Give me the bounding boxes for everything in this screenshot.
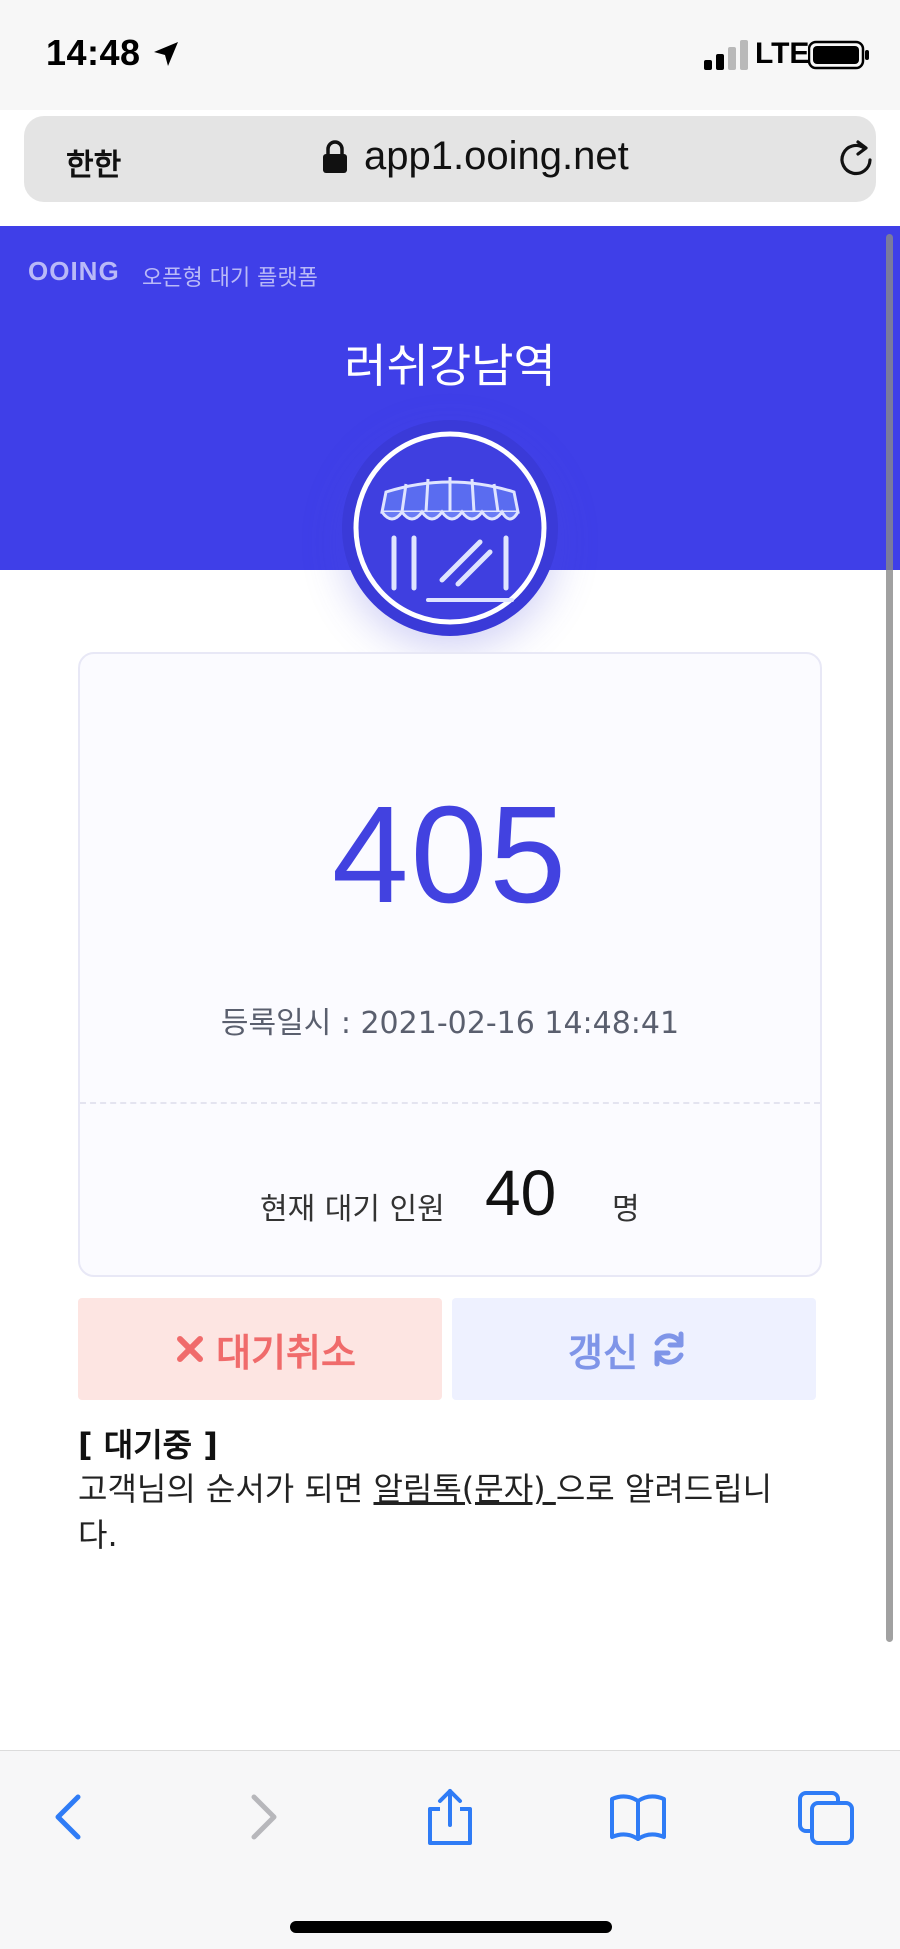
status-time: 14:48 <box>46 32 141 73</box>
refresh-button[interactable]: 갱신 <box>452 1298 816 1400</box>
brand-logo[interactable]: OOING <box>28 256 120 287</box>
store-awning-icon <box>353 431 547 625</box>
message-before: 고객님의 순서가 되면 <box>78 1470 374 1508</box>
alimtalk-link[interactable]: 알림톡(문자) <box>373 1470 555 1508</box>
browser-toolbar <box>0 1750 900 1949</box>
address-bar[interactable]: 한한 app1.ooing.net <box>24 116 876 202</box>
ticket-card: 405 등록일시 : 2021-02-16 14:48:41 현재 대기 인원 … <box>78 652 822 1277</box>
location-arrow-icon <box>154 42 178 66</box>
cancel-wait-label: 대기취소 <box>216 1330 356 1375</box>
reload-icon[interactable] <box>834 138 878 182</box>
cancel-wait-button[interactable]: 대기취소 <box>78 1298 442 1400</box>
status-bar: 14:48 LTE <box>0 0 900 110</box>
tabs-icon[interactable] <box>796 1787 856 1847</box>
store-name: 러쉬강남역 <box>344 339 556 393</box>
scrollbar[interactable] <box>886 234 893 1642</box>
notification-message: 고객님의 순서가 되면 알림톡(문자) 으로 알려드립니다. <box>78 1466 798 1558</box>
url-text[interactable]: app1.ooing.net <box>364 134 629 179</box>
brand-subtitle: 오픈형 대기 플랫폼 <box>142 266 318 291</box>
forward-icon[interactable] <box>232 1787 292 1847</box>
status-heading: [ 대기중 ] <box>78 1426 218 1464</box>
lock-icon <box>323 140 347 173</box>
refresh-icon <box>654 1331 684 1367</box>
signal-icon <box>704 40 748 70</box>
close-x-icon <box>177 1336 204 1362</box>
waiting-unit: 명 <box>612 1192 640 1227</box>
back-icon[interactable] <box>40 1787 100 1847</box>
refresh-label: 갱신 <box>568 1330 638 1375</box>
battery-icon <box>808 40 869 70</box>
home-indicator[interactable] <box>290 1921 612 1933</box>
registration-time: 등록일시 : 2021-02-16 14:48:41 <box>220 1006 680 1041</box>
waiting-label: 현재 대기 인원 <box>260 1192 445 1227</box>
text-size-button[interactable]: 한한 <box>66 140 121 184</box>
network-type: LTE <box>755 37 810 70</box>
bookmarks-icon[interactable] <box>608 1787 668 1847</box>
store-logo <box>342 420 558 636</box>
waiting-count: 40 <box>485 1157 557 1229</box>
share-icon[interactable] <box>420 1787 480 1847</box>
card-divider <box>80 1102 820 1104</box>
page: 14:48 LTE 한한 app1.ooing.net OOING 오픈형 대기… <box>0 0 900 1949</box>
queue-number: 405 <box>331 778 569 932</box>
